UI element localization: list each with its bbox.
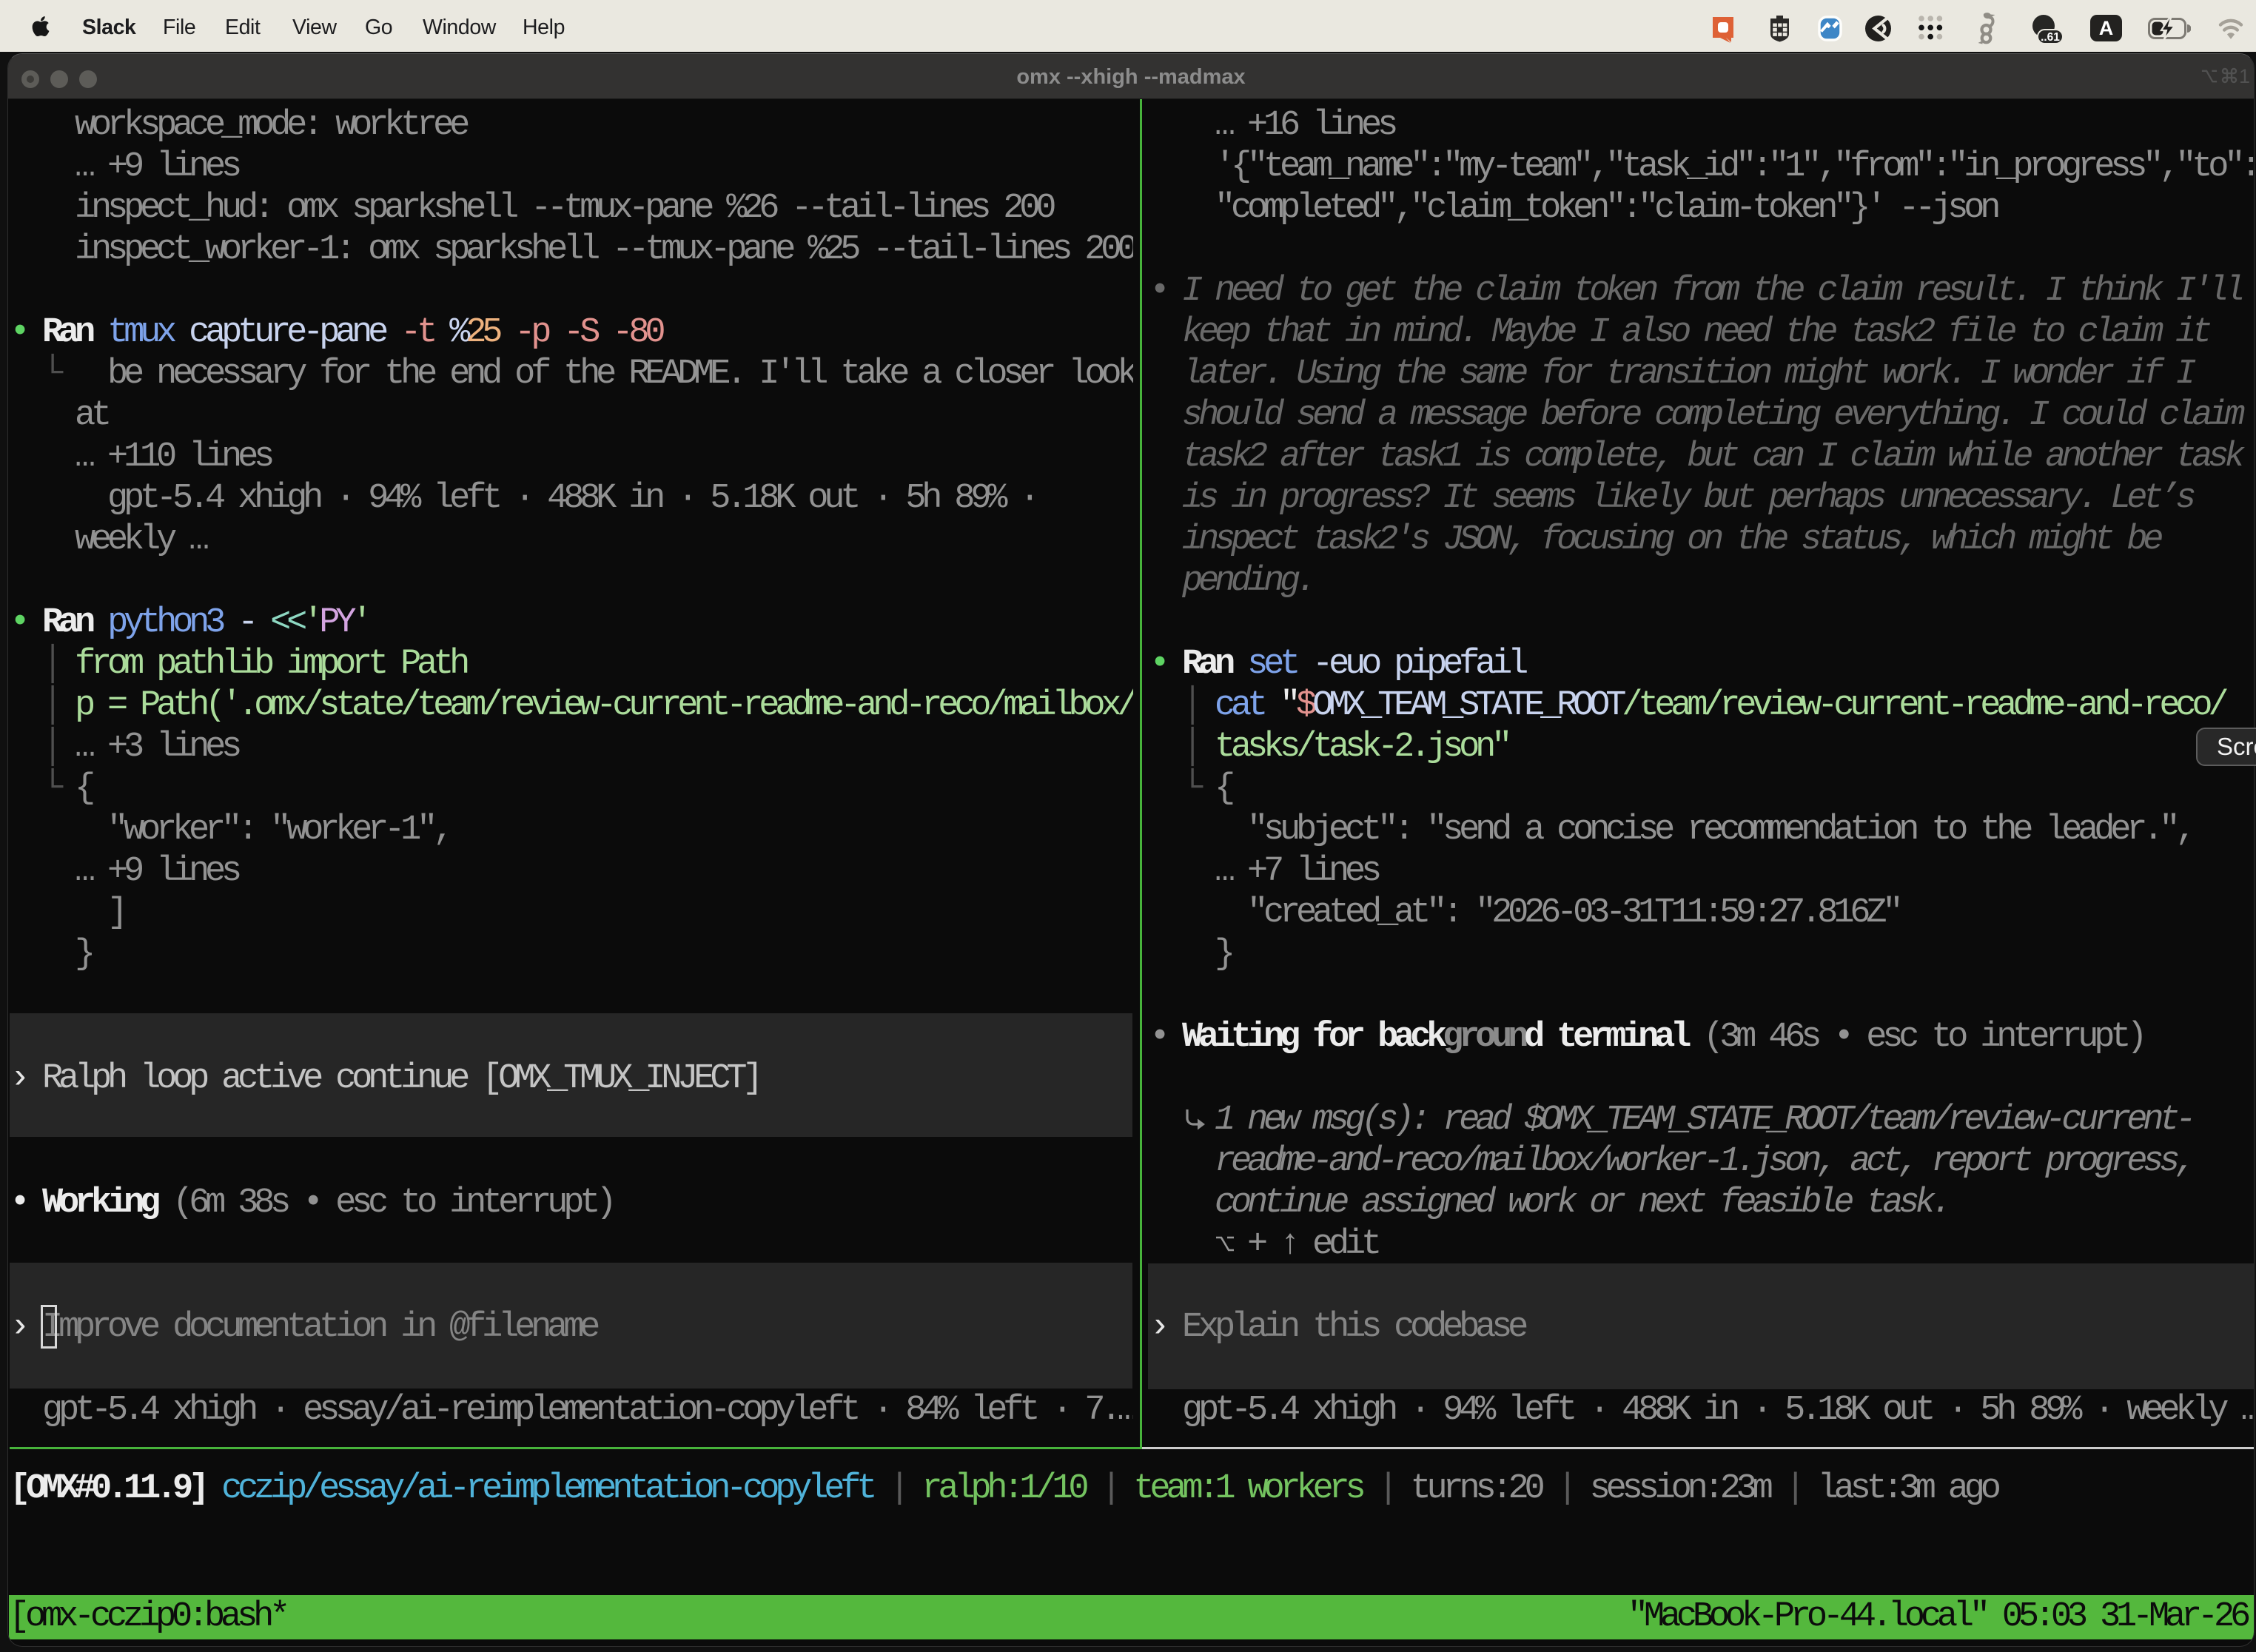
svg-text:..61: ..61 [2041, 31, 2060, 44]
